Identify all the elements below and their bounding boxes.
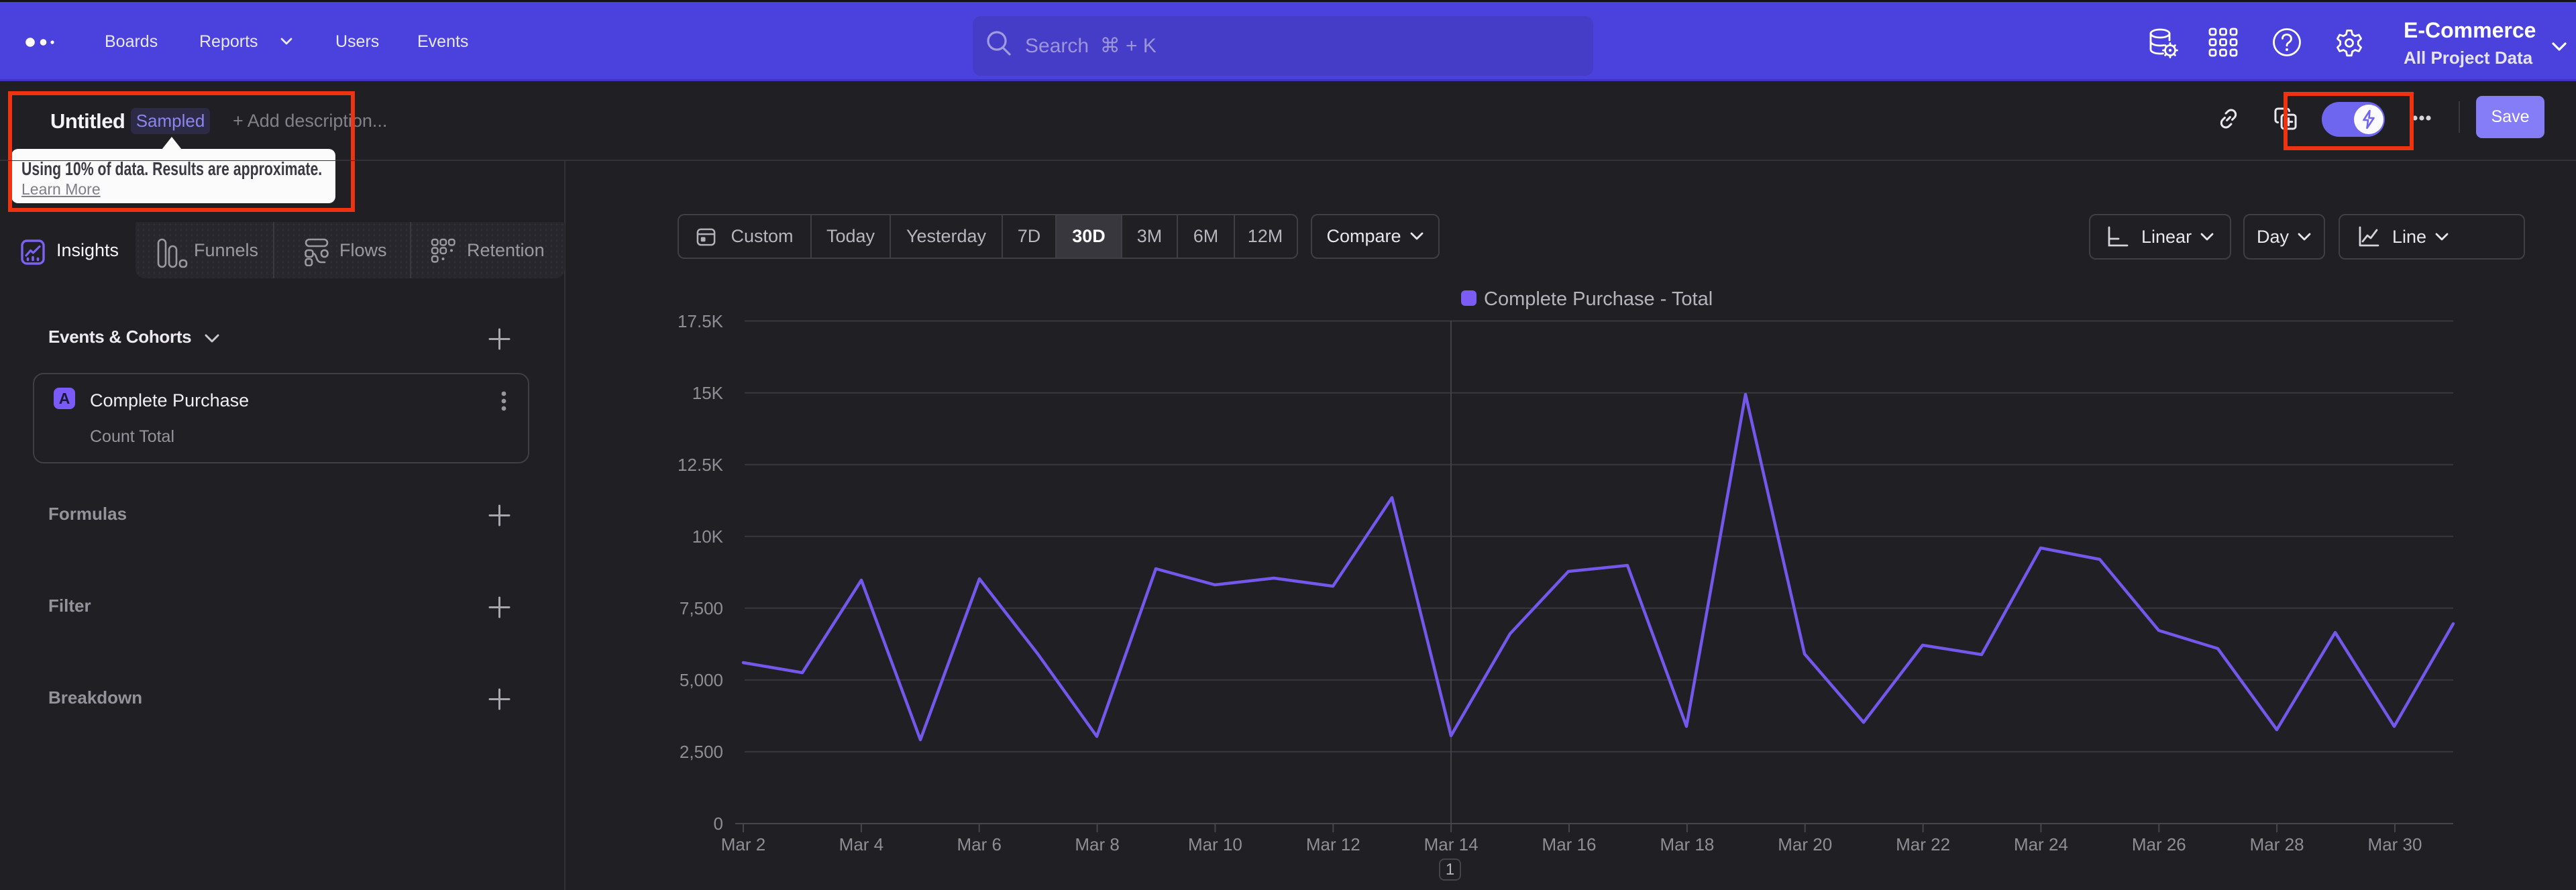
svg-text:17.5K: 17.5K (678, 311, 724, 331)
svg-text:Mar 30: Mar 30 (2368, 834, 2422, 854)
svg-text:Mar 16: Mar 16 (1542, 834, 1597, 854)
svg-text:Mar 20: Mar 20 (1778, 834, 1832, 854)
svg-text:7,500: 7,500 (680, 598, 723, 618)
svg-text:Mar 2: Mar 2 (721, 834, 765, 854)
svg-text:Mar 22: Mar 22 (1896, 834, 1950, 854)
svg-text:Mar 24: Mar 24 (2014, 834, 2068, 854)
svg-text:15K: 15K (692, 383, 724, 403)
svg-text:0: 0 (714, 814, 723, 834)
svg-text:10K: 10K (692, 526, 724, 547)
svg-text:12.5K: 12.5K (678, 455, 724, 475)
svg-text:Mar 14: Mar 14 (1424, 834, 1479, 854)
svg-text:5,000: 5,000 (680, 670, 723, 690)
svg-text:Mar 10: Mar 10 (1188, 834, 1242, 854)
svg-text:Mar 18: Mar 18 (1660, 834, 1714, 854)
svg-text:2,500: 2,500 (680, 742, 723, 762)
svg-text:Mar 26: Mar 26 (2132, 834, 2186, 854)
svg-text:Mar 8: Mar 8 (1075, 834, 1119, 854)
svg-text:Mar 12: Mar 12 (1306, 834, 1360, 854)
svg-text:Mar 6: Mar 6 (957, 834, 1001, 854)
svg-text:Mar 4: Mar 4 (839, 834, 883, 854)
svg-text:Mar 28: Mar 28 (2250, 834, 2304, 854)
